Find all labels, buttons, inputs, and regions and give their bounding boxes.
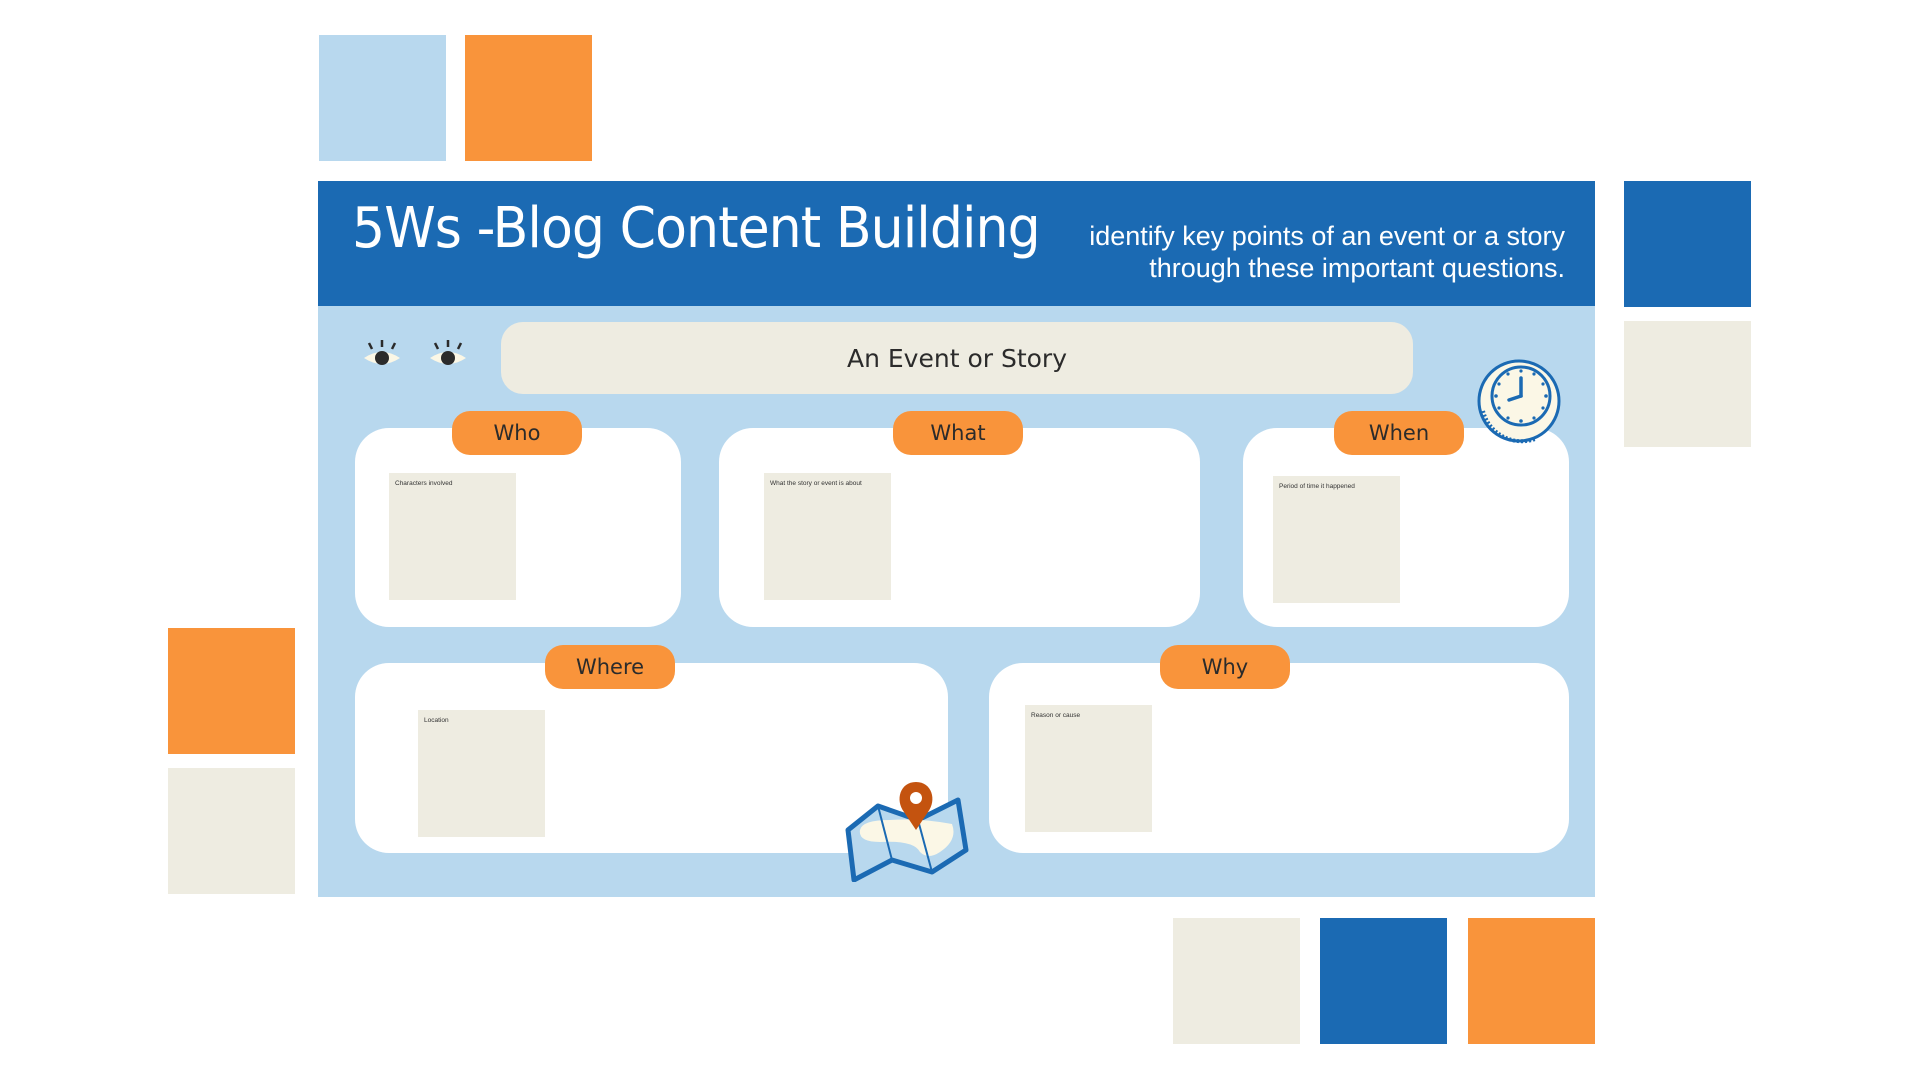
sticky-note-text: Location [424, 717, 449, 724]
swatch-beige [1173, 918, 1300, 1044]
swatch-dark-blue [1320, 918, 1447, 1044]
tab-why[interactable]: Why [1160, 645, 1290, 689]
page-title: 5Ws -Blog Content Building [352, 196, 1041, 261]
sticky-note-text: Reason or cause [1031, 712, 1081, 719]
tab-where[interactable]: Where [545, 645, 675, 689]
tab-who-label: Who [493, 421, 541, 445]
tab-why-label: Why [1201, 655, 1249, 679]
sticky-note-text: What the story or event is about [770, 480, 862, 487]
clock-icon [1477, 359, 1561, 444]
sticky-note-where[interactable]: Location [418, 710, 545, 837]
swatch-beige [168, 768, 295, 894]
eye-icon [364, 340, 400, 365]
swatch-orange [1468, 918, 1595, 1044]
tab-what-label: What [930, 421, 986, 445]
sticky-note-what[interactable]: What the story or event is about [764, 473, 891, 600]
subtitle-line-1: identify key points of an event or a sto… [1089, 221, 1565, 251]
sticky-note-text: Period of time it happened [1279, 483, 1355, 490]
sticky-note-text: Characters involved [395, 480, 453, 487]
sticky-note-who[interactable]: Characters involved [389, 473, 516, 600]
event-story-banner[interactable]: An Event or Story [501, 322, 1413, 394]
map-pin-icon [845, 782, 969, 882]
banner-label: An Event or Story [846, 343, 1068, 373]
tab-when-label: When [1368, 421, 1430, 445]
eye-icon [430, 340, 466, 365]
tab-where-label: Where [575, 655, 645, 679]
tab-when[interactable]: When [1334, 411, 1464, 455]
page-subtitle: identify key points of an event or a sto… [1005, 220, 1565, 284]
sticky-note-why[interactable]: Reason or cause [1025, 705, 1152, 832]
swatch-light-blue [319, 35, 446, 161]
tab-who[interactable]: Who [452, 411, 582, 455]
swatch-beige [1624, 321, 1751, 447]
swatch-dark-blue [1624, 181, 1751, 307]
subtitle-line-2: through these important questions. [1149, 253, 1565, 283]
swatch-orange [168, 628, 295, 754]
swatch-orange [465, 35, 592, 161]
tab-what[interactable]: What [893, 411, 1023, 455]
sticky-note-when[interactable]: Period of time it happened [1273, 476, 1400, 603]
